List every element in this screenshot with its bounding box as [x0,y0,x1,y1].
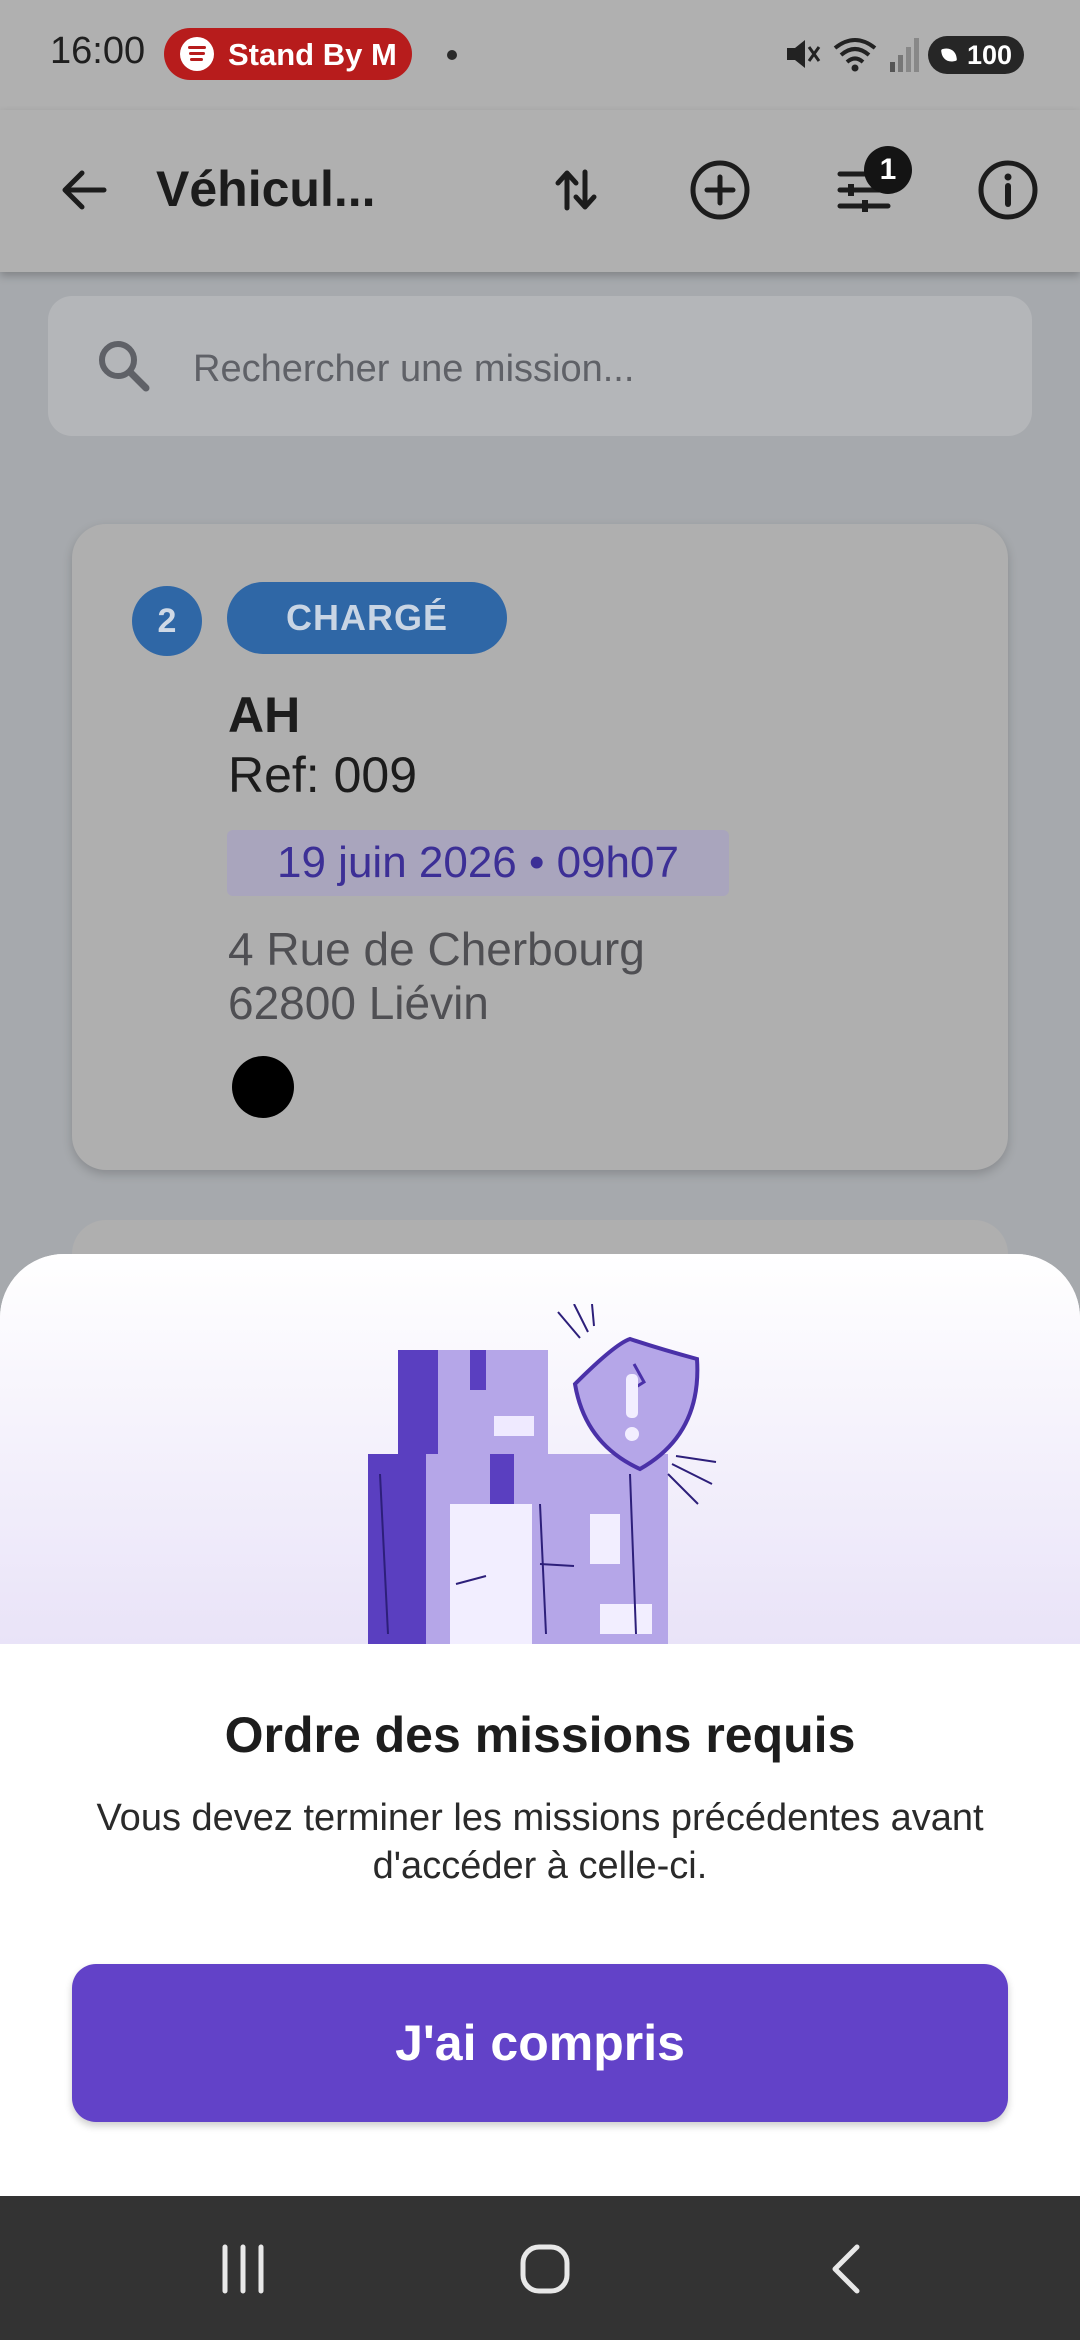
back-arrow-icon[interactable] [44,150,124,230]
mission-order-number: 2 [132,586,202,656]
status-bar: 16:00 Stand By M 100 [0,0,1080,110]
wifi-icon [833,38,877,72]
media-pill[interactable]: Stand By M [164,28,412,80]
status-icons [782,34,922,74]
spotify-icon [180,37,214,71]
sheet-title: Ordre des missions requis [224,1707,856,1763]
mission-title: AH [228,687,301,743]
home-icon[interactable] [510,2234,580,2304]
sort-icon[interactable] [536,150,616,230]
mission-card[interactable]: 2 CHARGÉ AH Ref: 009 19 juin 2026 • 09h0… [72,524,1008,1170]
info-icon[interactable] [968,150,1048,230]
status-time: 16:00 [50,30,146,72]
mute-icon [787,40,821,68]
sheet-message: Vous devez terminer les missions précéde… [96,1797,984,1887]
search-icon [99,341,150,392]
mission-ref: Ref: 009 [228,747,418,803]
notification-dot [447,50,457,60]
battery-indicator: 100 [928,36,1024,74]
filter-icon[interactable]: 1 [824,146,912,230]
media-pill-label: Stand By M [228,37,397,72]
page-title: Véhicul... [156,161,376,217]
broken-package-illustration [368,1304,717,1644]
back-icon[interactable] [812,2234,882,2304]
search-placeholder: Rechercher une mission... [193,348,635,390]
filter-count-badge: 1 [864,146,912,194]
mission-status-dot [232,1056,294,1118]
recents-icon[interactable] [208,2234,278,2304]
mission-date: 19 juin 2026 • 09h07 [227,830,729,896]
system-nav-bar [0,2196,1080,2340]
mission-address: 4 Rue de Cherbourg 62800 Liévin [228,922,645,1030]
understood-button[interactable]: J'ai compris [72,1964,1008,2122]
address-line-2: 62800 Liévin [228,977,489,1029]
add-circle-icon[interactable] [680,150,760,230]
address-line-1: 4 Rue de Cherbourg [228,923,645,975]
status-badge: CHARGÉ [227,582,507,654]
search-input[interactable]: Rechercher une mission... [48,296,1032,436]
signal-icon [890,38,919,72]
battery-level: 100 [966,39,1012,70]
battery-saver-icon [940,46,958,64]
bottom-sheet: Ordre des missions requis Vous devez ter… [0,1254,1080,2196]
app-bar: Véhicul... 1 [0,110,1080,272]
